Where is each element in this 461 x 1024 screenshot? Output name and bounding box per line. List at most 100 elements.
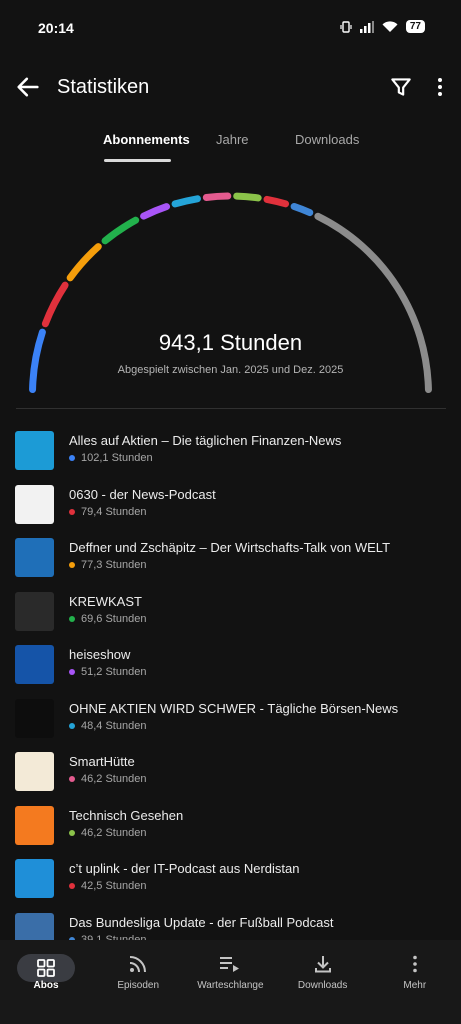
podcast-hours-value: 46,2 Stunden xyxy=(81,773,147,785)
podcast-row[interactable]: Deffner und Zschäpitz – Der Wirtschafts-… xyxy=(0,531,461,585)
nav-label: Episoden xyxy=(117,980,160,991)
podcast-hours-value: 102,1 Stunden xyxy=(81,452,153,464)
gauge-segment xyxy=(140,203,171,220)
download-icon xyxy=(313,954,333,979)
time-range-caption: Abgespielt zwischen Jan. 2025 und Dez. 2… xyxy=(117,364,344,376)
podcast-title: c’t uplink - der IT-Podcast aus Nerdista… xyxy=(69,861,300,876)
podcast-row[interactable]: SmartHütte 46,2 Stunden xyxy=(0,745,461,799)
podcast-title: Deffner und Zschäpitz – Der Wirtschafts-… xyxy=(69,540,391,555)
gauge-segment xyxy=(263,195,290,208)
nav-downloads[interactable]: Downloads xyxy=(277,940,369,1004)
series-color-dot xyxy=(69,562,75,568)
page-title: Statistiken xyxy=(57,76,150,98)
podcast-hours-value: 51,2 Stunden xyxy=(81,666,147,678)
gauge-segment xyxy=(171,195,201,208)
tab-indicator xyxy=(104,159,171,162)
podcast-title: Alles auf Aktien – Die täglichen Finanze… xyxy=(69,433,342,448)
status-icons: 77 xyxy=(340,20,425,33)
total-hours: 943,1 Stunden xyxy=(158,330,303,355)
nav-label: Abos xyxy=(33,980,59,991)
rss-icon xyxy=(128,954,148,979)
podcast-artwork xyxy=(15,859,54,898)
gauge-segment xyxy=(290,202,314,217)
podcast-row[interactable]: 0630 - der News-Podcast 79,4 Stunden xyxy=(0,478,461,532)
podcast-hours: 102,1 Stunden xyxy=(69,452,153,464)
podcast-artwork xyxy=(15,538,54,577)
battery-level: 77 xyxy=(405,20,425,33)
podcast-artwork xyxy=(15,591,54,631)
podcast-hours: 46,2 Stunden xyxy=(69,827,146,839)
podcast-hours: 46,2 Stunden xyxy=(69,773,146,785)
gauge-segment xyxy=(41,281,69,328)
tab-bar: Abonnements Jahre Downloads xyxy=(0,122,461,164)
nav-warteschlange[interactable]: Warteschlange xyxy=(184,940,276,1004)
tab-downloads[interactable]: Downloads xyxy=(295,132,359,147)
nav-abos[interactable]: Abos xyxy=(0,940,92,1004)
nav-mehr[interactable]: Mehr xyxy=(369,940,461,1004)
podcast-title: 0630 - der News-Podcast xyxy=(69,486,216,502)
podcast-artwork xyxy=(15,698,54,738)
podcast-title: OHNE AKTIEN WIRD SCHWER - Tägliche Börse… xyxy=(69,700,399,716)
divider xyxy=(16,408,446,409)
podcast-artwork xyxy=(15,752,54,791)
podcast-row[interactable]: Technisch Gesehen 46,2 Stunden xyxy=(0,799,461,853)
series-color-dot xyxy=(69,883,75,889)
status-bar: 20:14 77 xyxy=(0,0,461,56)
podcast-hours-value: 48,4 Stunden xyxy=(81,719,147,732)
podcast-title: Das Bundesliga Update - der Fußball Podc… xyxy=(69,914,334,930)
gauge-segment xyxy=(233,192,262,202)
status-time: 20:14 xyxy=(38,20,74,36)
podcast-artwork xyxy=(15,645,54,684)
grid-icon xyxy=(17,954,75,982)
podcast-hours: 69,6 Stunden xyxy=(69,613,146,625)
podcast-title: KREWKAST xyxy=(69,593,142,609)
podcast-artwork xyxy=(15,431,54,470)
podcast-artwork xyxy=(15,484,54,524)
podcast-hours: 77,3 Stunden xyxy=(69,559,146,571)
signal-icon xyxy=(359,20,374,33)
podcast-hours: 51,2 Stunden xyxy=(69,666,146,678)
series-color-dot xyxy=(69,455,75,461)
overflow-menu-icon[interactable] xyxy=(428,74,452,100)
tab-abonnements[interactable]: Abonnements xyxy=(103,132,190,147)
podcast-row[interactable]: OHNE AKTIEN WIRD SCHWER - Tägliche Börse… xyxy=(0,692,461,746)
series-color-dot xyxy=(69,776,75,782)
vibrate-icon xyxy=(340,20,352,33)
nav-episoden[interactable]: Episoden xyxy=(92,940,184,1004)
podcast-row[interactable]: heiseshow 51,2 Stunden xyxy=(0,638,461,692)
podcast-hours-value: 46,2 Stunden xyxy=(81,826,147,839)
filter-icon[interactable] xyxy=(388,74,414,100)
podcast-list: Alles auf Aktien – Die täglichen Finanze… xyxy=(0,424,461,959)
podcast-row[interactable]: Alles auf Aktien – Die täglichen Finanze… xyxy=(0,424,461,478)
nav-label: Warteschlange xyxy=(197,980,264,991)
podcast-hours: 42,5 Stunden xyxy=(69,880,146,892)
series-color-dot xyxy=(69,829,75,836)
more-icon xyxy=(405,954,425,979)
podcast-artwork xyxy=(15,805,54,845)
podcast-hours-value: 77,3 Stunden xyxy=(81,559,147,571)
podcast-title: Technisch Gesehen xyxy=(69,807,184,823)
nav-label: Downloads xyxy=(297,980,348,991)
podcast-row[interactable]: c’t uplink - der IT-Podcast aus Nerdista… xyxy=(0,852,461,906)
podcast-hours-value: 42,5 Stunden xyxy=(81,880,147,892)
back-arrow-icon[interactable] xyxy=(14,73,42,101)
series-color-dot xyxy=(69,722,75,729)
podcast-hours: 79,4 Stunden xyxy=(69,506,146,518)
gauge-segment xyxy=(202,192,232,201)
gauge-segment xyxy=(101,216,140,245)
nav-label: Mehr xyxy=(403,980,427,991)
wifi-icon xyxy=(382,20,398,32)
series-color-dot xyxy=(69,669,75,675)
podcast-hours: 48,4 Stunden xyxy=(69,720,146,732)
podcast-hours-value: 69,6 Stunden xyxy=(81,612,147,625)
gauge-segment xyxy=(66,243,102,282)
queue-icon xyxy=(219,954,241,979)
podcast-title: heiseshow xyxy=(69,647,131,662)
podcast-row[interactable]: KREWKAST 69,6 Stunden xyxy=(0,585,461,639)
bottom-navigation: Abos Episoden Warteschlange Downloads Me… xyxy=(0,940,461,1024)
podcast-hours-value: 79,4 Stunden xyxy=(81,505,147,518)
podcast-title: SmartHütte xyxy=(69,754,135,769)
app-bar: Statistiken xyxy=(0,62,461,112)
series-color-dot xyxy=(69,615,75,622)
tab-jahre[interactable]: Jahre xyxy=(216,132,249,147)
